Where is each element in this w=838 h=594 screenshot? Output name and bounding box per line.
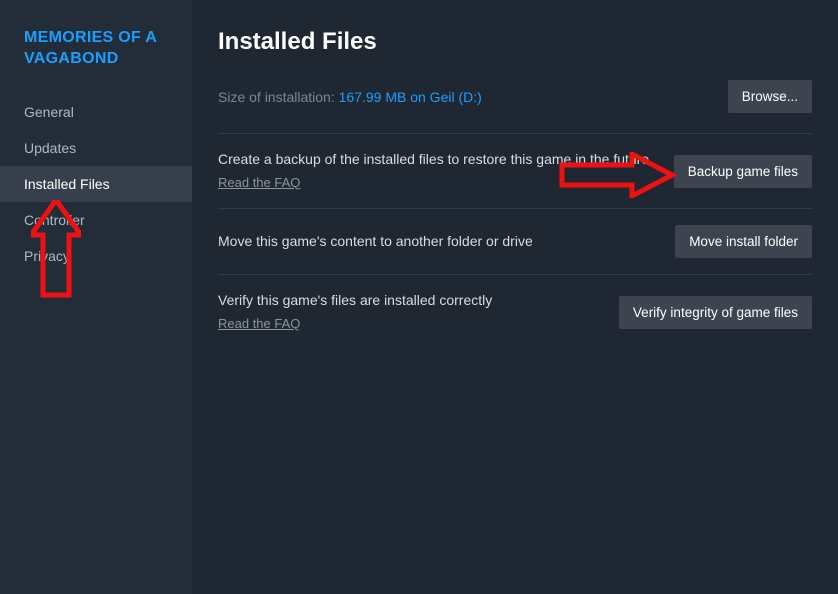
sidebar-item-installed-files[interactable]: Installed Files bbox=[0, 166, 192, 202]
verify-section: Verify this game's files are installed c… bbox=[218, 274, 812, 349]
sidebar-item-privacy[interactable]: Privacy bbox=[0, 238, 192, 274]
install-size-label: Size of installation: 167.99 MB on Geil … bbox=[218, 89, 482, 105]
sidebar: MEMORIES OF A VAGABOND General Updates I… bbox=[0, 0, 192, 594]
verify-text: Verify this game's files are installed c… bbox=[218, 292, 492, 308]
verify-faq-link[interactable]: Read the FAQ bbox=[218, 315, 300, 333]
backup-section: Create a backup of the installed files t… bbox=[218, 133, 812, 208]
verify-integrity-button[interactable]: Verify integrity of game files bbox=[619, 296, 812, 329]
page-title: Installed Files bbox=[218, 28, 812, 56]
game-title: MEMORIES OF A VAGABOND bbox=[0, 28, 192, 94]
sidebar-item-updates[interactable]: Updates bbox=[0, 130, 192, 166]
move-section: Move this game's content to another fold… bbox=[218, 208, 812, 274]
browse-button[interactable]: Browse... bbox=[728, 80, 812, 113]
install-size-prefix: Size of installation: bbox=[218, 89, 339, 105]
sidebar-item-general[interactable]: General bbox=[0, 94, 192, 130]
backup-faq-link[interactable]: Read the FAQ bbox=[218, 174, 300, 192]
backup-text: Create a backup of the installed files t… bbox=[218, 151, 649, 167]
install-size-value: 167.99 MB on Geil (D:) bbox=[339, 89, 482, 105]
sidebar-item-controller[interactable]: Controller bbox=[0, 202, 192, 238]
backup-game-files-button[interactable]: Backup game files bbox=[674, 155, 812, 188]
move-install-folder-button[interactable]: Move install folder bbox=[675, 225, 812, 258]
main-panel: Installed Files Size of installation: 16… bbox=[192, 0, 838, 594]
move-text: Move this game's content to another fold… bbox=[218, 233, 533, 249]
